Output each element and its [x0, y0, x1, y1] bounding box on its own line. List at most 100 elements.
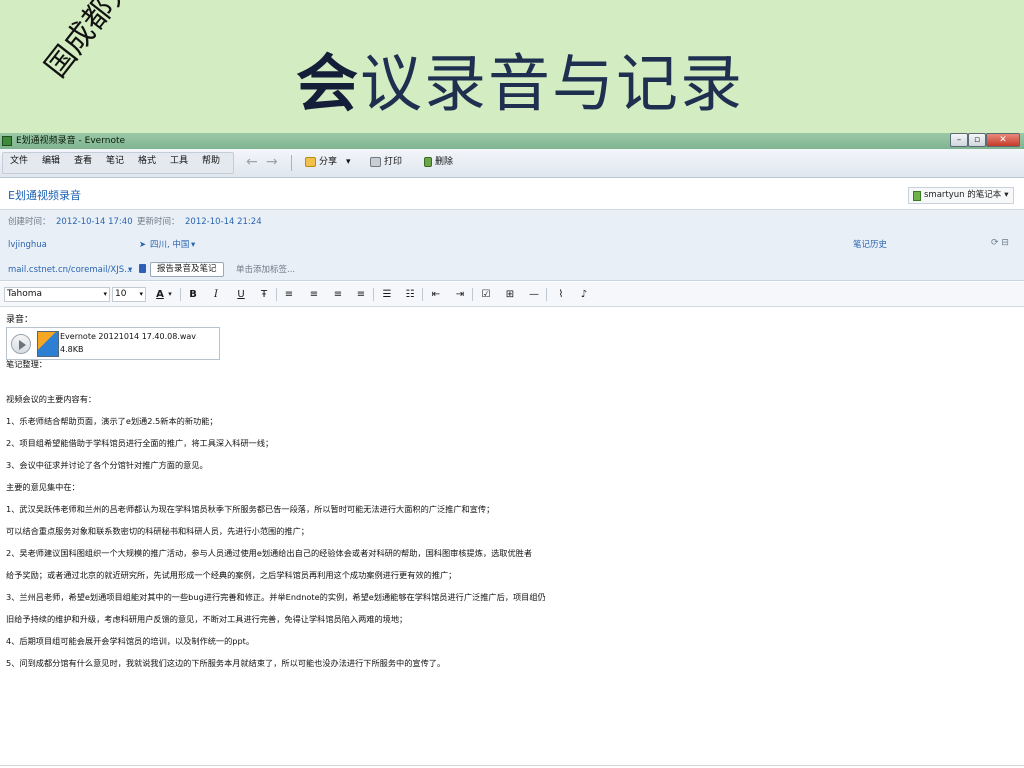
slide-title-rest: 议录音与记录 — [360, 47, 745, 120]
notebook-name: smartyun 的笔记本 — [924, 190, 1002, 200]
lock-icon — [139, 264, 146, 273]
note-history-link[interactable]: 笔记历史 — [853, 239, 887, 251]
updated-value[interactable]: 2012-10-14 21:24 — [185, 216, 262, 228]
bold-icon[interactable]: B — [186, 288, 200, 301]
menu-file[interactable]: 文件 — [10, 155, 28, 167]
updated-label: 更新时间： — [137, 217, 180, 227]
delete-button[interactable]: 删除 — [424, 155, 453, 169]
location-field[interactable]: 四川, 中国 — [150, 239, 189, 251]
menu-tools[interactable]: 工具 — [170, 155, 188, 167]
note-line: 可以结合重点服务对象和联系数密切的科研秘书和科研人员，先进行小范围的推广； — [6, 526, 309, 536]
tag-input[interactable]: 单击添加标签... — [236, 264, 295, 276]
close-button[interactable]: ✕ — [986, 133, 1020, 147]
indent-icon[interactable]: ⇥ — [453, 288, 467, 301]
notebook-selector[interactable]: smartyun 的笔记本 ▾ — [908, 187, 1014, 204]
share-label: 分享 — [319, 157, 338, 167]
share-icon — [305, 157, 316, 167]
window-title: E划通视频录音 - Evernote — [16, 136, 126, 146]
bottom-divider — [0, 765, 1024, 766]
notebook-caret-icon: ▾ — [1004, 190, 1009, 200]
menu-help[interactable]: 帮助 — [202, 155, 220, 167]
font-size-value: 10 — [115, 289, 127, 299]
note-line: 3、会议中征求并讨论了各个分馆针对推广方面的意见。 — [6, 460, 208, 470]
underline-icon[interactable]: U — [234, 288, 248, 301]
format-separator — [422, 288, 423, 301]
minimize-button[interactable]: – — [950, 133, 968, 147]
wav-file-icon — [37, 331, 59, 357]
delete-label: 删除 — [435, 157, 454, 167]
note-line: 1、乐老师结合帮助页面，演示了e划通2.5新本的新功能； — [6, 416, 218, 426]
toolbar-separator — [291, 155, 292, 171]
note-title[interactable]: E划通视频录音 — [8, 189, 81, 203]
format-toolbar: Tahoma ▾ 10 ▾ A ▾ B I U Ŧ ≡ ≡ ≡ ≡ ☰ ☷ ⇤ … — [0, 282, 1024, 307]
note-line: 笔记整理： — [6, 359, 47, 369]
table-icon[interactable]: ⊞ — [503, 288, 517, 301]
outdent-icon[interactable]: ⇤ — [429, 288, 443, 301]
window-titlebar[interactable]: E划通视频录音 - Evernote – ▫ ✕ — [0, 133, 1024, 149]
note-line: 给予奖励；或者通过北京的就近研究所，先试用形成一个经典的案例，之后学科馆员再利用… — [6, 570, 457, 580]
evernote-window: E划通视频录音 - Evernote – ▫ ✕ 文件 编辑 查看 笔记 格式 … — [0, 133, 1024, 768]
note-line: 主要的意见集中在： — [6, 482, 80, 492]
note-line: 旧给予持续的维护和升级，考虑科研用户反馈的意见，不断对工具进行完善，免得让学科馆… — [6, 614, 408, 624]
align-right-icon[interactable]: ≡ — [331, 288, 345, 301]
author-field[interactable]: lvjinghua — [8, 239, 47, 251]
justify-icon[interactable]: ≡ — [354, 288, 368, 301]
maximize-button[interactable]: ▫ — [968, 133, 986, 147]
share-button[interactable]: 分享 ▾ — [305, 155, 351, 169]
menu-note[interactable]: 笔记 — [106, 155, 124, 167]
audio-attachment[interactable]: Evernote 20121014 17.40.08.wav 4.8KB — [6, 327, 220, 360]
note-line: 视频会议的主要内容有： — [6, 394, 97, 404]
note-line: 1、武汉吴跃伟老师和兰州的吕老师都认为现在学科馆员秋季下所服务都已告一段落，所以… — [6, 504, 495, 514]
bulleted-list-icon[interactable]: ☰ — [380, 288, 394, 301]
printer-icon — [370, 157, 381, 167]
menu-edit[interactable]: 编辑 — [42, 155, 60, 167]
note-line: 5、问到成都分馆有什么意见时，我就说我们这边的下所服务本月就结束了，所以可能也没… — [6, 658, 446, 668]
slide-title: 会议录音与记录 — [296, 48, 744, 120]
note-line: 2、吴老师建议国科图组织一个大规模的推广活动，参与人员通过使用e划通给出自己的经… — [6, 548, 533, 558]
format-separator — [373, 288, 374, 301]
share-caret-icon: ▾ — [346, 157, 351, 167]
created-label: 创建时间： — [8, 217, 51, 227]
play-icon[interactable] — [11, 334, 31, 354]
microphone-icon[interactable]: ♪ — [577, 288, 591, 301]
note-title-row: E划通视频录音 smartyun 的笔记本 ▾ — [0, 179, 1024, 209]
menu-format[interactable]: 格式 — [138, 155, 156, 167]
font-color-icon[interactable]: A — [153, 288, 167, 301]
source-caret-icon: ▾ — [128, 265, 133, 275]
font-color-caret-icon[interactable]: ▾ — [166, 288, 174, 301]
notebook-icon — [913, 190, 921, 201]
horizontal-rule-icon[interactable]: — — [527, 288, 541, 301]
print-label: 打印 — [384, 157, 403, 167]
note-metadata: 创建时间： 2012-10-14 17:40 更新时间： 2012-10-14 … — [0, 209, 1024, 281]
trash-icon — [424, 157, 432, 167]
font-family-value: Tahoma — [7, 289, 43, 299]
tag-chip[interactable]: 报告录音及笔记 — [150, 262, 224, 277]
format-separator — [546, 288, 547, 301]
align-center-icon[interactable]: ≡ — [307, 288, 321, 301]
recording-label: 录音： — [6, 315, 34, 325]
format-separator — [472, 288, 473, 301]
source-url[interactable]: mail.cstnet.cn/coremail/XJS... — [8, 264, 132, 276]
menu-view[interactable]: 查看 — [74, 155, 92, 167]
format-separator — [276, 288, 277, 301]
evernote-app-icon — [2, 136, 12, 146]
size-caret-icon: ▾ — [139, 290, 143, 298]
numbered-list-icon[interactable]: ☷ — [403, 288, 417, 301]
forward-arrow-icon[interactable]: → — [266, 155, 278, 169]
created-value[interactable]: 2012-10-14 17:40 — [56, 216, 133, 228]
back-arrow-icon[interactable]: ← — [246, 155, 258, 169]
font-caret-icon: ▾ — [103, 290, 107, 298]
location-caret-icon: ▾ — [191, 240, 196, 250]
print-button[interactable]: 打印 — [370, 155, 402, 169]
italic-icon[interactable]: I — [209, 288, 223, 301]
font-family-select[interactable]: Tahoma ▾ — [4, 287, 110, 302]
align-left-icon[interactable]: ≡ — [282, 288, 296, 301]
checkbox-icon[interactable]: ☑ — [479, 288, 493, 301]
strikethrough-icon[interactable]: Ŧ — [257, 288, 271, 301]
font-size-select[interactable]: 10 ▾ — [112, 287, 146, 302]
attachment-size: 4.8KB — [60, 345, 84, 354]
attachment-icon[interactable]: ⌇ — [554, 288, 568, 301]
sync-icon[interactable]: ⟳ ⊟ — [991, 237, 1009, 249]
note-line: 2、项目组希望能借助于学科馆员进行全面的推广，将工具深入科研一线； — [6, 438, 274, 448]
note-body[interactable]: 录音： Evernote 20121014 17.40.08.wav 4.8KB… — [0, 308, 1024, 768]
